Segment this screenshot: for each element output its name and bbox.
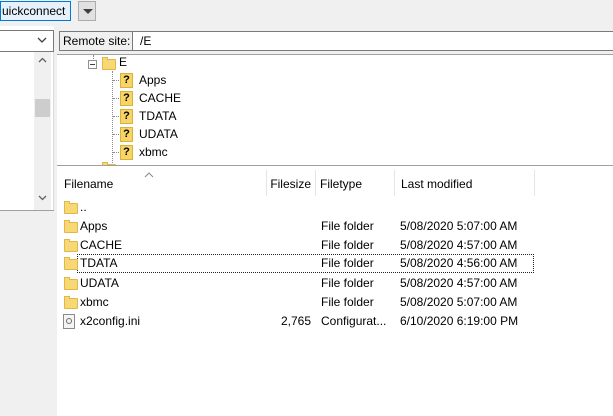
column-filename[interactable]: Filename: [57, 170, 267, 196]
scrollbar-thumb[interactable]: [35, 99, 50, 117]
file-modified: 5/08/2020 5:07:00 AM: [400, 295, 518, 309]
quickconnect-history-dropdown[interactable]: [78, 1, 96, 21]
scroll-up-arrow-icon[interactable]: [34, 52, 51, 69]
file-name: xbmc: [80, 295, 109, 309]
file-row-focused[interactable]: TDATA File folder 5/08/2020 4:56:00 AM: [64, 254, 534, 273]
file-list-header: Filename Filesize Filetype Last modified: [57, 170, 613, 196]
file-modified: 5/08/2020 4:56:00 AM: [400, 256, 518, 270]
unknown-folder-icon: ?: [120, 127, 133, 142]
folder-icon: [64, 257, 78, 270]
file-row[interactable]: x2config.ini 2,765 Configurat... 6/10/20…: [57, 312, 613, 331]
folder-icon: [102, 162, 116, 165]
file-modified: 5/08/2020 4:57:00 AM: [400, 238, 518, 252]
file-name: x2config.ini: [80, 314, 141, 328]
chevron-down-icon: [83, 9, 93, 14]
file-type: File folder: [321, 219, 374, 233]
tree-item-tdata[interactable]: TDATA: [139, 107, 177, 125]
folder-icon: [64, 239, 78, 252]
unknown-folder-icon: ?: [120, 91, 133, 106]
file-row[interactable]: Apps File folder 5/08/2020 5:07:00 AM: [57, 217, 613, 236]
folder-icon: [64, 201, 78, 214]
column-last-modified[interactable]: Last modified: [395, 170, 535, 196]
file-row[interactable]: ..: [57, 198, 613, 217]
column-filesize[interactable]: Filesize: [267, 170, 316, 196]
unknown-folder-icon: ?: [120, 145, 133, 160]
scroll-down-arrow-icon[interactable]: [34, 189, 51, 206]
pane-divider: [0, 210, 54, 211]
tree-item-xbmc[interactable]: xbmc: [139, 143, 168, 161]
file-type: File folder: [321, 238, 374, 252]
file-name: UDATA: [80, 276, 119, 290]
file-name: Apps: [80, 219, 108, 233]
file-size: 2,765: [281, 314, 312, 328]
folder-icon: [64, 296, 78, 309]
file-modified: 5/08/2020 5:07:00 AM: [400, 219, 518, 233]
file-modified: 5/08/2020 4:57:00 AM: [400, 276, 518, 290]
folder-icon: [64, 220, 78, 233]
chevron-down-icon[interactable]: [36, 34, 48, 46]
local-tree-scrollbar[interactable]: [34, 52, 51, 210]
collapse-toggle[interactable]: [88, 60, 97, 69]
file-row[interactable]: CACHE File folder 5/08/2020 4:57:00 AM: [57, 236, 613, 255]
remote-directory-tree[interactable]: E ? Apps ? CACHE ? TDATA ? UDATA ? xbmc: [57, 54, 613, 166]
tree-item-apps[interactable]: Apps: [139, 71, 166, 89]
remote-path-input[interactable]: /E: [132, 31, 613, 51]
tree-item-cache[interactable]: CACHE: [139, 89, 181, 107]
tree-item-udata[interactable]: UDATA: [139, 125, 178, 143]
unknown-folder-icon: ?: [120, 109, 133, 124]
folder-icon: [102, 57, 116, 70]
quickconnect-button[interactable]: uickconnect: [0, 1, 71, 21]
remote-site-label: Remote site:: [59, 31, 135, 51]
file-name: CACHE: [80, 238, 123, 252]
tree-item-e[interactable]: E: [119, 55, 127, 71]
column-filetype[interactable]: Filetype: [316, 170, 395, 196]
sort-ascending-icon: [144, 172, 154, 178]
file-type: File folder: [321, 295, 374, 309]
config-file-icon: [63, 314, 75, 329]
file-type: File folder: [321, 256, 374, 270]
file-modified: 6/10/2020 6:19:00 PM: [400, 314, 519, 328]
file-type: File folder: [321, 276, 374, 290]
file-row[interactable]: xbmc File folder 5/08/2020 5:07:00 AM: [57, 293, 613, 312]
unknown-folder-icon: ?: [120, 73, 133, 88]
file-name: TDATA: [80, 256, 118, 270]
folder-icon: [64, 277, 78, 290]
file-name: ..: [80, 200, 87, 214]
file-type: Configurat...: [321, 314, 387, 328]
file-row[interactable]: UDATA File folder 5/08/2020 4:57:00 AM: [57, 274, 613, 293]
